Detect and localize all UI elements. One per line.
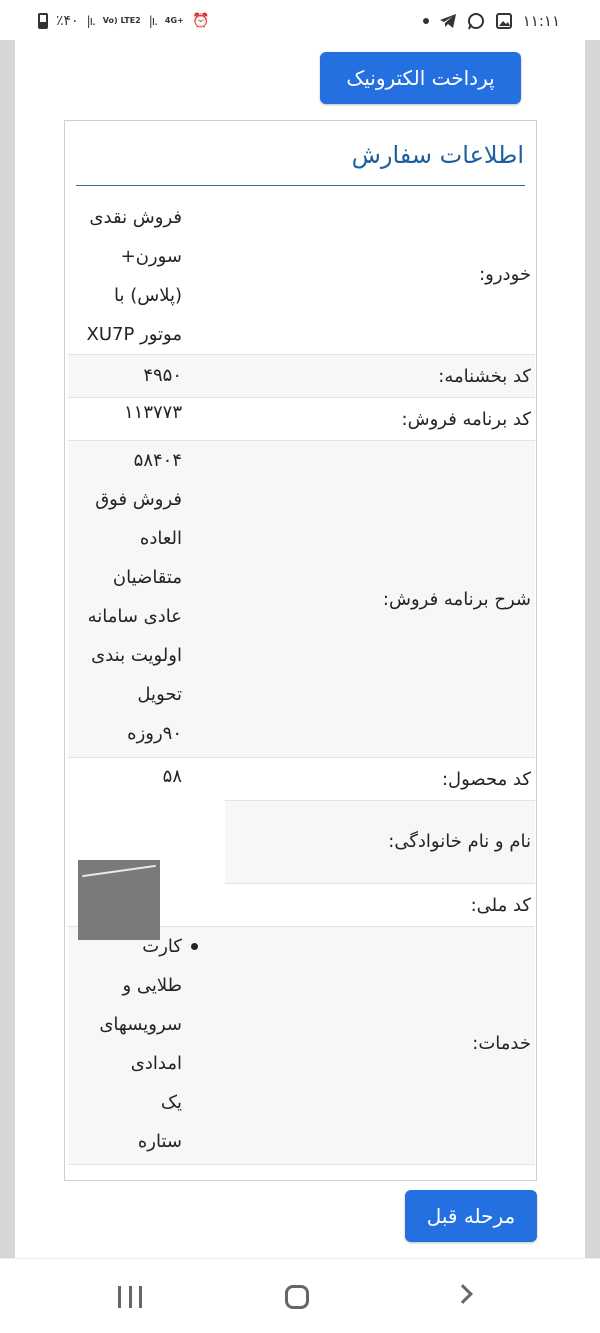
notification-dot-icon [422, 18, 429, 24]
services-label: خدمات: [472, 1033, 531, 1054]
description-line: تحویل [137, 684, 182, 705]
car-value-line: (پلاس) با [114, 285, 182, 306]
description-line: فروش فوق [95, 489, 182, 510]
table-row-sales-program-description: شرح برنامه فروش: ۵۸۴۰۴ فروش فوق العاده م… [68, 441, 535, 758]
status-bar: ٪۴۰ |ı. Vo) LTE2 |ı. 4G+ ⏰ ۱۱:۱۱ [0, 0, 600, 46]
status-left: ٪۴۰ |ı. Vo) LTE2 |ı. 4G+ ⏰ [38, 12, 210, 30]
page-frame-right [585, 40, 600, 1258]
national-id-label: کد ملی: [470, 895, 531, 916]
home-icon[interactable] [285, 1285, 309, 1309]
alarm-icon: ⏰ [192, 13, 210, 29]
list-item: سرویسهای [99, 1014, 182, 1035]
recent-apps-icon[interactable] [118, 1286, 142, 1308]
title-divider [76, 185, 525, 186]
table-row-car: خودرو: فروش نقدی سورن+ (پلاس) با موتور X… [68, 198, 535, 355]
clock-time: ۱۱:۱۱ [522, 12, 560, 30]
car-label: خودرو: [479, 264, 531, 285]
navigation-bar [0, 1258, 600, 1333]
product-code-label: کد محصول: [441, 769, 531, 790]
status-right: ۱۱:۱۱ [422, 12, 560, 30]
car-value-line: سورن+ [120, 246, 182, 267]
table-row-services: خدمات: کارت طلایی و سرویسهای امدادی یک س… [68, 927, 535, 1165]
product-code-value: ۵۸ [162, 766, 182, 787]
bullet-icon [191, 943, 198, 950]
list-item: طلایی و [122, 975, 183, 996]
list-item: یک [160, 1092, 182, 1113]
table-row-product-code: کد محصول: ۵۸ [68, 758, 535, 801]
list-item: امدادی [130, 1053, 182, 1074]
description-line: اولویت بندی [91, 645, 182, 666]
description-line: ۹۰روزه [127, 723, 182, 744]
signal-icon-2: |ı. [148, 14, 158, 28]
previous-step-button[interactable]: مرحله قبل [405, 1190, 537, 1242]
list-item: ستاره [137, 1131, 182, 1152]
order-info-card: اطلاعات سفارش خودرو: فروش نقدی سورن+ (پل… [64, 120, 537, 1181]
gallery-icon [495, 12, 513, 30]
circular-code-label: کد بخشنامه: [438, 366, 531, 387]
network-type: 4G+ [164, 16, 184, 25]
sales-program-description-value: ۵۸۴۰۴ فروش فوق العاده متقاضیان عادی ساما… [72, 441, 182, 753]
network-label: Vo) LTE2 [102, 16, 141, 25]
description-line: العاده [139, 528, 182, 549]
table-row-sales-program-code: کد برنامه فروش: ۱۱۳۷۷۳ [68, 398, 535, 441]
telegram-icon [439, 12, 457, 30]
sales-program-description-label: شرح برنامه فروش: [382, 589, 531, 610]
description-line: ۵۸۴۰۴ [133, 450, 182, 471]
electronic-payment-button[interactable]: پرداخت الکترونیک [320, 52, 521, 104]
back-icon[interactable] [453, 1284, 473, 1304]
battery-icon [38, 13, 48, 29]
sales-program-code-label: کد برنامه فروش: [401, 409, 531, 430]
services-list: کارت طلایی و سرویسهای امدادی یک ستاره [67, 927, 198, 1161]
whatsapp-icon [467, 12, 485, 30]
description-line: متقاضیان [112, 567, 182, 588]
circular-code-value: ۴۹۵۰ [143, 365, 182, 386]
page-frame-left [0, 40, 15, 1258]
car-value: فروش نقدی سورن+ (پلاس) با موتور XU7P [72, 198, 182, 354]
sales-program-code-value: ۱۱۳۷۷۳ [123, 402, 182, 423]
battery-text: ٪۴۰ [56, 13, 79, 29]
car-value-line: فروش نقدی [89, 207, 182, 228]
signal-icon: |ı. [86, 14, 96, 28]
description-line: عادی سامانه [87, 606, 182, 627]
order-info-title: اطلاعات سفارش [351, 141, 524, 169]
car-value-line: موتور XU7P [86, 324, 182, 345]
full-name-label: نام و نام خانوادگی: [388, 831, 531, 852]
redaction-block [78, 860, 160, 940]
table-row-circular-code: کد بخشنامه: ۴۹۵۰ [68, 355, 535, 398]
